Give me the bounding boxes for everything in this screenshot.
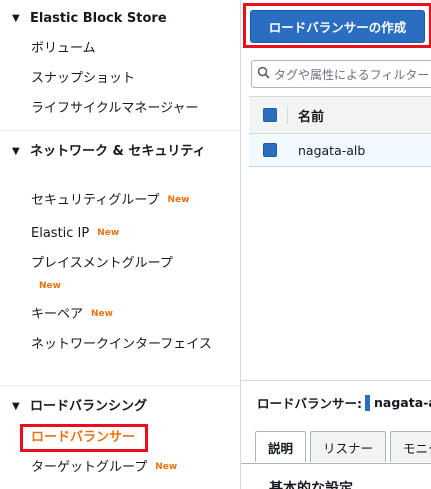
sidebar-item-security-groups[interactable]: セキュリティグループ New — [31, 190, 231, 211]
table-header: 名前 — [249, 96, 431, 134]
sidebar-item-placement-groups[interactable]: プレイスメントグループ New — [31, 253, 231, 297]
tab-monitoring[interactable]: モニタリング — [390, 431, 431, 462]
main-panel: ロードバランサーの作成 タグや属性によるフィルター 名前 nagata-alb … — [241, 0, 431, 489]
create-load-balancer-button[interactable]: ロードバランサーの作成 — [250, 10, 425, 43]
section-title: ロードバランシング — [30, 399, 148, 414]
section-header-ebs[interactable]: ▼ Elastic Block Store — [12, 9, 227, 28]
collapse-triangle-icon: ▼ — [12, 13, 20, 24]
column-separator — [287, 106, 288, 124]
collapse-triangle-icon: ▼ — [12, 401, 20, 412]
details-tabs: 説明 リスナー モニタリング — [255, 431, 431, 462]
select-all-checkbox[interactable] — [263, 108, 277, 122]
column-header-name[interactable]: 名前 — [298, 106, 324, 125]
details-label: ロードバランサー: — [257, 396, 362, 411]
sidebar-item-label: ネットワークインターフェイス — [31, 337, 212, 352]
new-badge: New — [155, 462, 178, 472]
selected-lb-name: nagata-alb — [374, 395, 431, 410]
sidebar-item-snapshots[interactable]: スナップショット — [31, 68, 231, 89]
selected-lb-label: ロードバランサー: nagata-alb — [257, 393, 431, 412]
sidebar-item-label: ボリューム — [31, 41, 96, 56]
sidebar-item-label: スナップショット — [31, 71, 136, 86]
divider — [0, 385, 240, 386]
table-row[interactable]: nagata-alb — [249, 134, 431, 167]
new-badge: New — [39, 281, 61, 291]
sidebar-item-elastic-ip[interactable]: Elastic IP New — [31, 223, 231, 244]
sidebar-item-load-balancers[interactable]: ロードバランサー — [20, 424, 148, 452]
sidebar-item-label: プレイスメントグループ — [31, 256, 173, 271]
row-name-cell: nagata-alb — [298, 142, 366, 158]
divider — [0, 130, 240, 131]
search-input[interactable]: タグや属性によるフィルター — [251, 60, 431, 88]
basic-settings-title: 基本的な設定 — [269, 481, 353, 489]
selection-bar — [365, 394, 370, 411]
sidebar-item-label: ロードバランサー — [31, 430, 136, 445]
new-badge: New — [97, 228, 120, 238]
create-button-highlight: ロードバランサーの作成 — [243, 3, 431, 48]
section-header-network-security[interactable]: ▼ ネットワーク & セキュリティ — [12, 142, 212, 161]
tab-listeners[interactable]: リスナー — [310, 431, 387, 462]
sidebar-item-label: ターゲットグループ — [31, 460, 148, 475]
new-badge: New — [167, 195, 190, 205]
sidebar-item-label: ライフサイクルマネージャー — [31, 101, 199, 116]
sidebar-item-lifecycle-manager[interactable]: ライフサイクルマネージャー — [31, 98, 231, 119]
search-icon — [252, 66, 274, 82]
sidebar-item-network-interfaces[interactable]: ネットワークインターフェイス — [31, 334, 221, 355]
new-badge: New — [91, 309, 113, 319]
collapse-triangle-icon: ▼ — [12, 146, 20, 157]
tab-description[interactable]: 説明 — [255, 431, 307, 462]
sidebar: ▼ Elastic Block Store ボリューム スナップショット ライフ… — [0, 0, 241, 489]
sidebar-item-key-pairs[interactable]: キーペア New — [31, 304, 231, 325]
sidebar-item-label: セキュリティグループ — [31, 193, 160, 208]
sidebar-item-volumes[interactable]: ボリューム — [31, 38, 231, 59]
section-header-load-balancing[interactable]: ▼ ロードバランシング — [12, 397, 227, 416]
row-checkbox[interactable] — [263, 143, 277, 157]
details-panel: ロードバランサー: nagata-alb 説明 リスナー モニタリング 基本的な… — [241, 380, 431, 489]
section-title: ネットワーク & セキュリティ — [30, 144, 206, 159]
sidebar-item-label: キーペア — [31, 307, 84, 322]
search-placeholder: タグや属性によるフィルター — [274, 67, 430, 82]
tabs-divider — [241, 463, 431, 464]
section-title: Elastic Block Store — [30, 11, 167, 26]
sidebar-item-target-groups[interactable]: ターゲットグループ New — [31, 457, 231, 478]
sidebar-item-label: Elastic IP — [31, 226, 90, 241]
